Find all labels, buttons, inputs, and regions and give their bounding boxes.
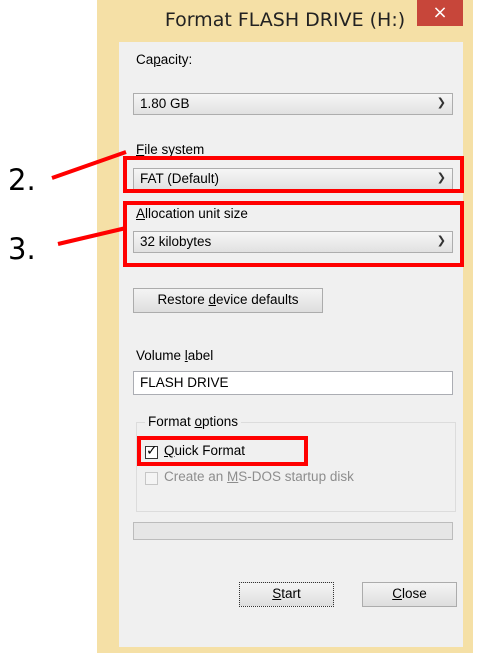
annotation-step-2: 2. — [8, 163, 36, 197]
pointer-line-step2 — [51, 150, 127, 180]
annotation-step-3: 3. — [8, 232, 36, 266]
annotation-pointers — [51, 150, 127, 246]
pointer-line-step3 — [57, 226, 127, 246]
